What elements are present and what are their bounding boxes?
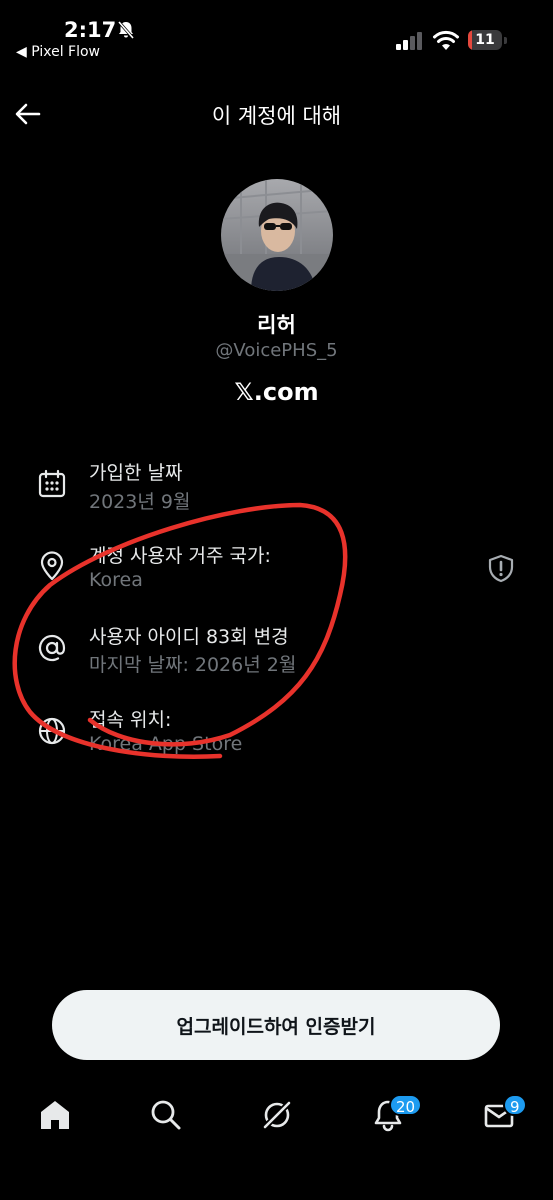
messages-badge: 9 — [503, 1094, 527, 1116]
country-label: 계정 사용자 거주 국가: — [89, 545, 271, 567]
at-sign-icon — [38, 634, 66, 662]
battery-level: 11 — [475, 32, 495, 48]
home-icon[interactable] — [38, 1098, 72, 1132]
grok-icon[interactable] — [260, 1098, 294, 1132]
search-icon[interactable] — [149, 1098, 183, 1132]
profile-handle: @VoicePHS_5 — [215, 340, 338, 361]
joined-date-label: 가입한 날짜 — [89, 462, 183, 484]
signal-icon — [396, 32, 422, 50]
username-last-changed-value: 마지막 날짜: 2026년 2월 — [89, 654, 297, 676]
upgrade-verify-button[interactable]: 업그레이드하여 인증받기 — [52, 990, 500, 1060]
back-to-app-link[interactable]: ◀ Pixel Flow — [16, 44, 100, 60]
avatar[interactable] — [221, 179, 333, 291]
battery-icon: 11 — [468, 30, 508, 52]
globe-icon — [38, 717, 66, 745]
profile-name: 리허 — [257, 313, 296, 337]
wifi-icon — [433, 30, 459, 50]
notifications-badge: 20 — [389, 1094, 423, 1116]
location-pin-icon — [40, 551, 64, 581]
shield-alert-icon[interactable] — [486, 553, 516, 583]
country-value: Korea — [89, 569, 143, 591]
username-changes-label: 사용자 아이디 83회 변경 — [89, 626, 289, 648]
connected-via-value: Korea App Store — [89, 733, 243, 755]
bell-off-icon — [117, 21, 135, 39]
x-com-label: 𝕏.com — [234, 378, 319, 406]
page-title: 이 계정에 대해 — [211, 104, 342, 128]
joined-date-value: 2023년 9월 — [89, 491, 191, 513]
calendar-icon — [38, 469, 66, 498]
status-time: 2:17 — [64, 18, 117, 42]
connected-via-label: 접속 위치: — [89, 709, 172, 731]
